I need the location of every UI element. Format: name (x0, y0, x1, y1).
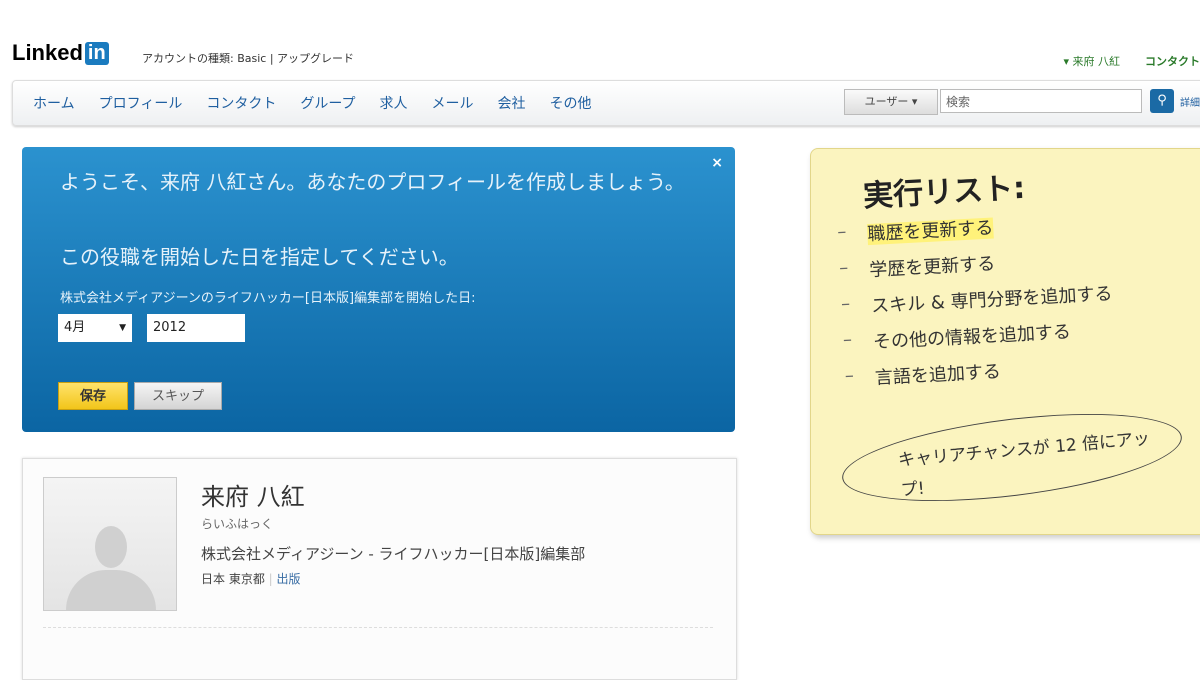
nav-mail[interactable]: メール (432, 93, 474, 113)
todo-item[interactable]: 職歴を更新する (837, 207, 1128, 248)
start-date-prompt: この役職を開始した日を指定してください。 (60, 245, 459, 269)
search-icon: ⚲ (1157, 93, 1167, 108)
todo-item[interactable]: 言語を追加する (844, 350, 1135, 391)
avatar-body (66, 570, 156, 610)
industry[interactable]: 出版 (277, 572, 301, 586)
divider (43, 627, 713, 628)
contacts-link[interactable]: コンタクト (1145, 53, 1200, 69)
todo-item-label: スキル & 専門分野を追加する (870, 283, 1113, 318)
start-date-label: 株式会社メディアジーンのライフハッカー[日本版]編集部を開始した日: (60, 291, 476, 306)
search-scope-select[interactable]: ユーザー ▾ (844, 89, 938, 115)
nav-profile[interactable]: プロフィール (99, 93, 183, 113)
advanced-search-link[interactable]: 詳細 (1180, 94, 1200, 109)
profile-name: 来府 八紅 (201, 483, 305, 511)
chevron-down-icon: ▼ (119, 323, 126, 333)
todo-item[interactable]: スキル & 専門分野を追加する (841, 278, 1132, 319)
todo-item-label: 職歴を更新する (866, 217, 994, 246)
nav-companies[interactable]: 会社 (498, 93, 526, 113)
user-menu[interactable]: ▾ 来府 八紅 (1063, 53, 1120, 69)
month-value: 4月 (64, 320, 86, 335)
todo-item[interactable]: その他の情報を追加する (842, 314, 1133, 355)
profile-location: 日本 東京都 | 出版 (201, 572, 301, 586)
close-icon[interactable]: × (711, 155, 723, 171)
todo-item-label: 学歴を更新する (868, 253, 996, 282)
profile-card: 来府 八紅 らいふはっく 株式会社メディアジーン - ライフハッカー[日本版]編… (22, 458, 737, 680)
todo-sticky-note: 実行リスト: 職歴を更新する 学歴を更新する スキル & 専門分野を追加する そ… (810, 148, 1200, 535)
avatar[interactable] (43, 477, 177, 611)
logo-text: Linked (12, 40, 83, 65)
todo-item[interactable]: 学歴を更新する (839, 242, 1130, 283)
nav-groups[interactable]: グループ (300, 93, 355, 113)
welcome-panel: × ようこそ、来府 八紅さん。あなたのプロフィールを作成しましょう。 この役職を… (22, 147, 735, 432)
logo-in: in (84, 41, 109, 65)
welcome-title: ようこそ、来府 八紅さん。あなたのプロフィールを作成しましょう。 (60, 170, 685, 194)
save-button[interactable]: 保存 (58, 382, 128, 410)
linkedin-logo[interactable]: Linked in (12, 40, 109, 66)
nav-home[interactable]: ホーム (33, 93, 75, 113)
nav-contacts[interactable]: コンタクト (206, 93, 276, 113)
month-select[interactable]: 4月 ▼ (58, 314, 132, 342)
location[interactable]: 日本 東京都 (201, 572, 265, 586)
search-input[interactable]: 検索 (940, 89, 1142, 113)
profile-kana: らいふはっく (201, 517, 274, 531)
year-input[interactable]: 2012 (147, 314, 245, 342)
search-button[interactable]: ⚲ (1150, 89, 1174, 113)
todo-item-label: 言語を追加する (874, 361, 1002, 389)
nav-jobs[interactable]: 求人 (380, 93, 408, 113)
avatar-head (95, 526, 127, 568)
account-type[interactable]: アカウントの種類: Basic | アップグレード (142, 50, 354, 66)
skip-button[interactable]: スキップ (134, 382, 222, 410)
todo-item-label: その他の情報を追加する (872, 321, 1072, 353)
nav-more[interactable]: その他 (550, 93, 592, 113)
profile-headline: 株式会社メディアジーン - ライフハッカー[日本版]編集部 (201, 545, 586, 563)
